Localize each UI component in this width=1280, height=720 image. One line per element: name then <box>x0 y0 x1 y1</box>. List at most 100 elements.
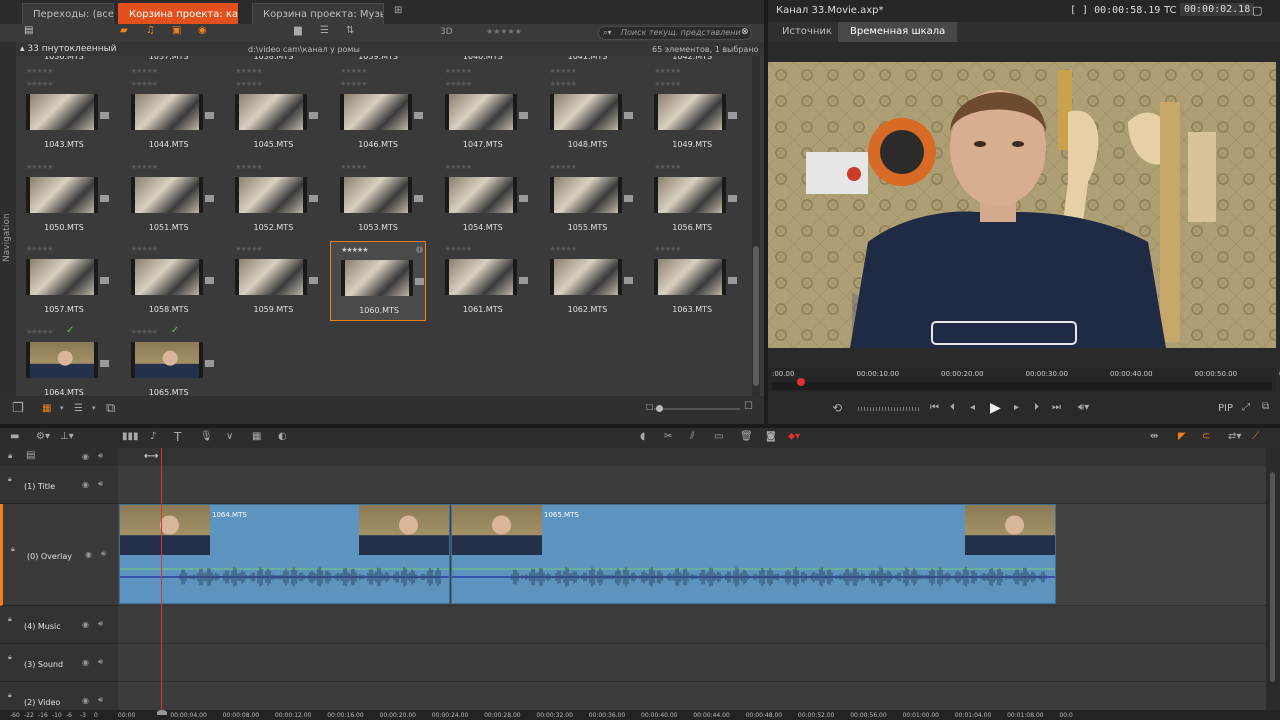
audio-ducking-icon[interactable]: ∨ <box>226 432 233 442</box>
search-input[interactable]: Поиск текущ. представлени <box>621 28 741 37</box>
eye-icon[interactable]: ◉ <box>82 480 89 489</box>
rating-stars[interactable]: ★★★★★ <box>235 67 262 75</box>
track-lane[interactable] <box>118 466 1266 504</box>
track-lane[interactable] <box>118 606 1266 644</box>
details-view-icon[interactable]: ☰ <box>74 404 83 414</box>
clip-thumbnail[interactable] <box>340 94 413 130</box>
clip-thumbnail[interactable] <box>235 94 308 130</box>
timeline-scrollbar[interactable] <box>1266 448 1280 710</box>
folder-icon[interactable] <box>309 277 319 285</box>
folder-icon[interactable] <box>100 277 109 285</box>
rating-stars[interactable]: ★★★★★ <box>235 80 262 88</box>
marker-left-icon[interactable]: ◖ <box>640 432 645 442</box>
edit-mode-icon[interactable]: ⊥▾ <box>60 432 74 442</box>
clip-thumbnail[interactable] <box>654 176 727 213</box>
split-clip-icon[interactable]: ✂ <box>664 432 672 442</box>
rating-stars[interactable]: ★★★★★ <box>654 245 681 253</box>
clip-item[interactable]: ★★★★★ 1043.MTS <box>16 76 112 156</box>
scorefitter-icon[interactable]: ♪ <box>150 432 156 442</box>
info-icon[interactable]: i <box>416 246 424 254</box>
lock-icon[interactable]: 🔒︎ <box>8 654 12 661</box>
clip-item[interactable]: ★★★★★ 1059.MTS <box>225 241 321 321</box>
list-view-icon[interactable]: ☰ <box>320 26 329 36</box>
folder-icon[interactable] <box>414 112 424 119</box>
go-to-end-icon[interactable]: ⏭ <box>1052 403 1061 413</box>
rating-stars[interactable]: ★★★★★ <box>654 80 681 88</box>
navigation-strip[interactable]: Navigation <box>0 42 16 396</box>
tab-timeline[interactable]: Временная шкала <box>838 22 958 42</box>
rating-stars[interactable]: ★★★★★ <box>340 67 367 75</box>
clip-item[interactable]: ★★★★★ 1062.MTS <box>540 241 636 321</box>
clip-item[interactable]: ★★★★★ 1058.MTS <box>121 241 217 321</box>
rating-stars[interactable]: ★★★★★ <box>26 163 53 171</box>
maximize-icon[interactable]: ▢ <box>1252 4 1262 17</box>
speaker-icon[interactable]: 🔊︎ <box>98 479 103 489</box>
folder-icon[interactable] <box>518 277 528 285</box>
project-filter-icon[interactable]: ◉ <box>198 26 207 36</box>
detach-icon[interactable]: ⧉ <box>1262 402 1269 412</box>
clip-item[interactable]: ★★★★★ ✓ 1065.MTS <box>121 324 217 396</box>
chevron-down-icon[interactable]: ▾ <box>60 405 64 412</box>
library-menu-icon[interactable]: ▤ <box>24 26 33 36</box>
montage-icon[interactable]: ▦ <box>252 432 261 442</box>
rating-stars[interactable]: ★★★★★ <box>131 80 158 88</box>
ripple-icon[interactable]: ⇹ <box>1150 432 1158 442</box>
volume-icon[interactable]: 🔊︎▾ <box>1078 403 1089 413</box>
clip-thumbnail[interactable] <box>549 94 622 130</box>
eye-icon[interactable]: ◉ <box>85 550 92 559</box>
folder-icon[interactable] <box>100 360 109 368</box>
rating-stars[interactable]: ★★★★★ <box>340 80 367 88</box>
zoom-slider-handle[interactable] <box>656 405 663 412</box>
collection-name[interactable]: ▴ 33 пнутоклеенный <box>20 44 117 54</box>
rating-stars[interactable]: ★★★★★ <box>445 67 472 75</box>
clip-item[interactable]: ★★★★★ 1057.MTS <box>16 241 112 321</box>
track-header[interactable]: 🔒︎ (4) Music ◉ 🔊︎ <box>0 606 118 644</box>
clip-item[interactable]: ★★★★★ 1044.MTS <box>121 76 217 156</box>
zoom-slider[interactable] <box>654 408 740 410</box>
library-scroll-thumb[interactable] <box>753 246 759 386</box>
folder-icon[interactable] <box>728 112 738 119</box>
rating-stars[interactable]: ★★★★★ <box>550 245 577 253</box>
go-to-start-icon[interactable]: ⏮ <box>930 403 939 413</box>
folder-icon[interactable] <box>415 278 425 286</box>
rating-stars[interactable]: ★★★★★ <box>550 80 577 88</box>
photo-filter-icon[interactable]: ▣ <box>172 26 181 36</box>
folder-icon[interactable] <box>309 112 319 119</box>
clip-item[interactable]: ★★★★★ 1050.MTS <box>16 159 112 239</box>
clip-thumbnail[interactable] <box>654 259 727 296</box>
timeline-scroll-thumb[interactable] <box>1270 472 1275 682</box>
folder-icon[interactable] <box>518 194 528 202</box>
chevron-down-icon[interactable]: ▾ <box>92 405 96 412</box>
smart-editing-icon[interactable]: ⟋ <box>1252 432 1259 442</box>
folder-icon[interactable] <box>204 194 214 202</box>
eye-icon[interactable]: ◉ <box>82 452 89 461</box>
settings-icon[interactable]: ⚙▾ <box>36 432 50 442</box>
track-lane[interactable] <box>118 682 1266 710</box>
marker-icon[interactable]: ⬥▾ <box>788 432 800 442</box>
clip-item[interactable]: ★★★★★ 1049.MTS <box>644 76 740 156</box>
folder-icon[interactable] <box>309 194 319 202</box>
clip-thumbnail[interactable] <box>26 259 98 296</box>
tab-project-bin-channel[interactable]: Корзина проекта: канал <box>118 3 238 24</box>
rating-stars[interactable]: ★★★★★ <box>131 245 158 253</box>
rating-stars[interactable]: ★★★★★ <box>131 328 158 336</box>
clip-thumbnail[interactable] <box>26 94 98 130</box>
speaker-icon[interactable]: 🔊︎ <box>98 451 103 461</box>
clip-item[interactable]: ★★★★★ i 1060.MTS <box>330 241 427 322</box>
pip-button[interactable]: PIP <box>1218 403 1233 414</box>
video-filter-icon[interactable]: ▰ <box>120 26 128 36</box>
storyboard-icon[interactable]: ⧉ <box>106 402 115 415</box>
master-track-icon[interactable]: ▤ <box>26 451 35 461</box>
title-tool-icon[interactable]: T <box>174 431 181 443</box>
clip-item[interactable]: ★★★★★ 1061.MTS <box>435 241 531 321</box>
clip-item[interactable]: ★★★★★ 1045.MTS <box>225 76 321 156</box>
frame-back-icon[interactable]: ◂ <box>970 403 975 413</box>
clip-thumbnail[interactable] <box>235 259 308 296</box>
track-header[interactable]: 🔒︎ (1) Title ◉ 🔊︎ <box>0 466 118 504</box>
rating-stars[interactable]: ★★★★★ <box>445 163 472 171</box>
folder-icon[interactable] <box>204 112 214 119</box>
clip-item[interactable]: ★★★★★ 1063.MTS <box>644 241 740 321</box>
timeline-clip[interactable]: 1065.MTS <box>451 504 1056 604</box>
3d-filter[interactable]: 3D <box>440 27 453 37</box>
rating-stars[interactable]: ★★★★★ <box>131 163 158 171</box>
